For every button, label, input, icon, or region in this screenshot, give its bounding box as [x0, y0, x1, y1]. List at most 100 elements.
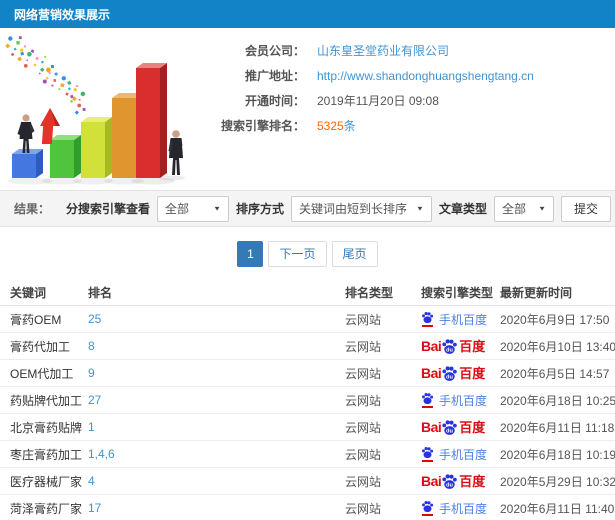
- updated-cell: 2020年6月11日 11:18: [500, 420, 615, 435]
- mobile-baidu-underline: [422, 325, 433, 327]
- baidu-paw-icon: du: [442, 473, 458, 489]
- rank-count-unit: 条: [343, 119, 356, 133]
- table-row: 药贴牌代加工 27 云网站 手机百度 2020年6月18日 10:25: [0, 387, 615, 414]
- mobile-baidu-underline: [422, 514, 433, 516]
- keyword-cell: 医疗器械厂家: [10, 474, 83, 489]
- keyword-cell: 膏药OEM: [10, 312, 62, 327]
- bar-blue: [12, 149, 43, 178]
- updated-cell: 2020年6月11日 11:40: [500, 501, 615, 516]
- company-label: 会员公司：: [244, 44, 305, 58]
- rank-link[interactable]: 17: [88, 501, 101, 515]
- keyword-cell: 北京膏药贴牌: [10, 420, 83, 435]
- mobile-baidu-logo: 手机百度: [421, 446, 487, 463]
- rank-count-number: 5325: [317, 119, 344, 133]
- page-header: 网络营销效果展示: [0, 0, 615, 28]
- article-type-select[interactable]: 全部 ▼: [493, 195, 554, 222]
- article-type-select-value: 全部: [501, 202, 526, 216]
- table-row: 菏泽膏药厂家 17 云网站 手机百度 2020年6月11日 11:40: [0, 495, 615, 520]
- engine-cell: 手机百度: [421, 500, 500, 517]
- sort-label: 排序方式: [236, 202, 285, 216]
- updated-cell: 2020年5月29日 10:32: [500, 474, 615, 489]
- updated-cell: 2020年6月9日 17:50: [500, 312, 610, 327]
- svg-text:du: du: [446, 482, 453, 488]
- rank-type-cell: 云网站: [345, 312, 382, 327]
- growth-chart-graphic: [0, 28, 195, 190]
- submit-button[interactable]: 提交: [560, 195, 611, 222]
- info-row-company: 会员公司： 山东皇圣堂药业有限公司: [195, 38, 615, 63]
- engine-filter-label: 分搜索引擎查看: [66, 202, 151, 216]
- page-button-next[interactable]: 下一页: [268, 240, 327, 267]
- baidu-logo: Bai du 百度: [421, 338, 486, 354]
- rank-link[interactable]: 25: [88, 312, 101, 326]
- engine-cell: 手机百度: [421, 392, 500, 409]
- keyword-cell: 膏药代加工: [10, 339, 71, 354]
- svg-text:du: du: [446, 347, 453, 353]
- pagination: 1 下一页 尾页: [0, 227, 615, 280]
- baidu-paw-icon: du: [442, 365, 458, 381]
- company-info: 会员公司： 山东皇圣堂药业有限公司 推广地址： http://www.shand…: [195, 28, 615, 190]
- rank-link[interactable]: 1,4,6: [88, 447, 115, 461]
- page-title: 网络营销效果展示: [14, 7, 111, 22]
- article-type-label: 文章类型: [438, 202, 487, 216]
- rank-link[interactable]: 1: [88, 420, 95, 434]
- engine-select[interactable]: 全部 ▼: [157, 195, 230, 222]
- rank-type-cell: 云网站: [345, 366, 382, 381]
- baidu-paw-icon: du: [442, 338, 458, 354]
- info-row-rank-count: 搜索引擎排名： 5325条: [195, 113, 615, 138]
- table-row: 膏药代加工 8 云网站 Bai du 百度 2020年6月10日 13:40: [0, 333, 615, 360]
- rank-type-cell: 云网站: [345, 501, 382, 516]
- baidu-paw-icon: [422, 312, 434, 324]
- rank-type-cell: 云网站: [345, 393, 382, 408]
- engine-select-value: 全部: [165, 202, 190, 216]
- rank-link[interactable]: 9: [88, 366, 95, 380]
- rank-link[interactable]: 8: [88, 339, 95, 353]
- growth-chart-svg: [5, 36, 185, 185]
- header-updated: 最新更新时间: [500, 286, 573, 300]
- svg-text:du: du: [446, 428, 453, 434]
- promo-url-link[interactable]: http://www.shandonghuangshengtang.cn: [317, 69, 534, 83]
- sort-select[interactable]: 关键词由短到长排序 ▼: [291, 195, 432, 222]
- mobile-baidu-underline: [422, 460, 433, 462]
- mobile-baidu-logo: 手机百度: [421, 311, 487, 328]
- engine-cell: Bai du 百度: [421, 338, 500, 355]
- keyword-cell: 药贴牌代加工: [10, 393, 83, 408]
- keyword-cell: 枣庄膏药加工: [10, 447, 83, 462]
- rank-count-value[interactable]: 5325条: [317, 117, 356, 134]
- mobile-baidu-logo: 手机百度: [421, 392, 487, 409]
- header-keyword: 关键词: [10, 286, 47, 300]
- chevron-down-icon: ▼: [538, 204, 546, 213]
- bar-green: [50, 135, 81, 178]
- page-button-current[interactable]: 1: [237, 240, 264, 267]
- open-time-label: 开通时间：: [244, 94, 305, 108]
- mobile-baidu-underline: [422, 406, 433, 408]
- rank-link[interactable]: 27: [88, 393, 101, 407]
- chevron-down-icon: ▼: [416, 204, 424, 213]
- updated-cell: 2020年6月5日 14:57: [500, 366, 610, 381]
- page-button-last[interactable]: 尾页: [331, 240, 378, 267]
- baidu-paw-icon: [422, 393, 434, 405]
- updated-cell: 2020年6月18日 10:19: [500, 447, 615, 462]
- table-header-row: 关键词 排名 排名类型 搜索引擎类型 最新更新时间: [0, 280, 615, 306]
- businessman-left: [17, 114, 35, 153]
- rank-type-cell: 云网站: [345, 339, 382, 354]
- engine-cell: Bai du 百度: [421, 419, 500, 436]
- table-row: OEM代加工 9 云网站 Bai du 百度 2020年6月5日 14:57: [0, 360, 615, 387]
- rank-count-label: 搜索引擎排名：: [220, 119, 305, 133]
- table-row: 枣庄膏药加工 1,4,6 云网站 手机百度 2020年6月18日 10:19: [0, 441, 615, 468]
- promo-url-label: 推广地址：: [244, 69, 305, 83]
- baidu-logo: Bai du 百度: [421, 419, 486, 435]
- rank-type-cell: 云网站: [345, 474, 382, 489]
- table-row: 医疗器械厂家 4 云网站 Bai du 百度 2020年5月29日 10:32: [0, 468, 615, 495]
- engine-cell: 手机百度: [421, 446, 500, 463]
- rank-link[interactable]: 4: [88, 474, 95, 488]
- keyword-cell: 菏泽膏药厂家: [10, 501, 83, 516]
- open-time-value: 2019年11月20日 09:08: [317, 94, 439, 108]
- filter-bar: 结果： 分搜索引擎查看 全部 ▼ 排序方式 关键词由短到长排序 ▼ 文章类型 全…: [0, 190, 615, 227]
- header-rank-type: 排名类型: [345, 286, 394, 300]
- baidu-logo: Bai du 百度: [421, 365, 486, 381]
- company-link[interactable]: 山东皇圣堂药业有限公司: [317, 42, 449, 59]
- table-row: 北京膏药贴牌 1 云网站 Bai du 百度 2020年6月11日 11:18: [0, 414, 615, 441]
- info-row-url: 推广地址： http://www.shandonghuangshengtang.…: [195, 63, 615, 88]
- table-body: 膏药OEM 25 云网站 手机百度 2020年6月9日 17:50 膏药代加工 …: [0, 306, 615, 520]
- mobile-baidu-logo: 手机百度: [421, 500, 487, 517]
